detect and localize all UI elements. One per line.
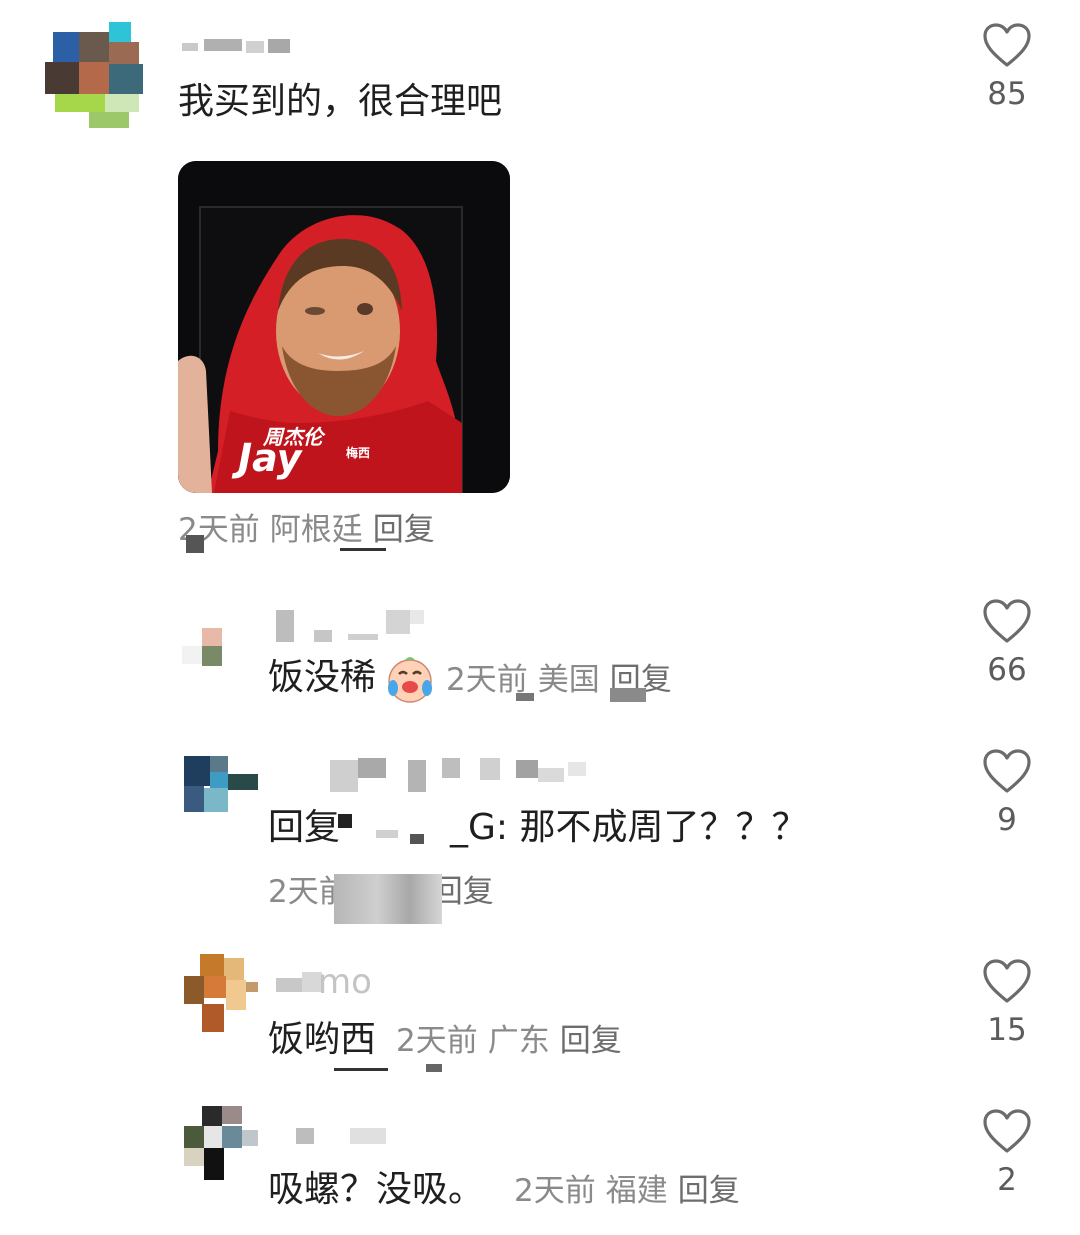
comment-text-row: 回复 bbox=[268, 806, 340, 850]
commenter-avatar[interactable] bbox=[184, 1106, 260, 1182]
comment-location: 广东 bbox=[487, 1023, 550, 1059]
commenter-username[interactable]: mo bbox=[318, 960, 372, 1004]
comment-location: 福建 bbox=[605, 1173, 668, 1209]
comment-text: 我买到的，很合理吧 bbox=[178, 81, 503, 122]
comment-image-album[interactable]: 周杰伦 Jay 梅西 bbox=[178, 161, 510, 493]
comment-meta: 2天前 福建 回复 bbox=[514, 1171, 750, 1211]
commenter-avatar[interactable] bbox=[184, 954, 260, 1034]
album-title-en: Jay bbox=[231, 436, 304, 480]
redaction-block bbox=[426, 1064, 442, 1072]
commenter-username-redacted[interactable] bbox=[182, 37, 297, 57]
commenter-username-redacted[interactable] bbox=[296, 1126, 396, 1146]
comment-meta: 2天前 美国 回复 bbox=[446, 660, 682, 700]
like-count: 66 bbox=[987, 652, 1027, 688]
album-photo: 周杰伦 Jay 梅西 bbox=[178, 161, 510, 493]
reply-button[interactable]: 回复 bbox=[373, 512, 435, 548]
commenter-username-redacted[interactable] bbox=[276, 610, 426, 644]
comment-time: 2天前 bbox=[396, 1023, 478, 1059]
redaction-block bbox=[376, 830, 398, 838]
redaction-block bbox=[340, 548, 386, 551]
redaction-block bbox=[338, 814, 352, 828]
redaction-block bbox=[334, 874, 442, 924]
commenter-avatar[interactable] bbox=[182, 626, 224, 668]
comment-text: 饭哟西 bbox=[268, 1019, 377, 1060]
like-button[interactable]: 66 bbox=[972, 598, 1042, 690]
reply-prefix: 回复 bbox=[268, 807, 341, 848]
like-count: 85 bbox=[987, 76, 1027, 112]
heart-icon bbox=[983, 959, 1031, 1003]
commenter-username-redacted[interactable] bbox=[330, 758, 590, 794]
like-count: 15 bbox=[987, 1012, 1027, 1048]
comment-text-row: 饭没稀 bbox=[268, 656, 376, 700]
heart-icon bbox=[983, 599, 1031, 643]
redaction-block bbox=[334, 1068, 388, 1071]
commenter-avatar[interactable] bbox=[184, 756, 260, 814]
heart-icon bbox=[983, 749, 1031, 793]
album-subtitle: 梅西 bbox=[346, 445, 370, 460]
reply-button[interactable]: 回复 bbox=[678, 1173, 740, 1209]
like-button[interactable]: 2 bbox=[972, 1108, 1042, 1200]
like-count: 9 bbox=[997, 802, 1017, 838]
redaction-block bbox=[410, 834, 424, 844]
reply-target-text: _G: 那不成周了？？？ bbox=[450, 807, 808, 848]
comment-text: 饭没稀 bbox=[268, 657, 377, 698]
redaction-block bbox=[186, 535, 204, 553]
reply-button[interactable]: 回复 bbox=[560, 1023, 622, 1059]
comment-meta: 2天前 广东 回复 bbox=[396, 1021, 632, 1061]
like-button[interactable]: 9 bbox=[972, 748, 1042, 840]
commenter-avatar[interactable] bbox=[45, 18, 147, 130]
like-button[interactable]: 15 bbox=[972, 958, 1042, 1050]
like-count: 2 bbox=[997, 1162, 1017, 1198]
like-button[interactable]: 85 bbox=[972, 22, 1042, 114]
comment-location: 阿根廷 bbox=[269, 512, 363, 548]
crying-laughing-face-icon bbox=[388, 657, 432, 703]
heart-icon bbox=[983, 1109, 1031, 1153]
redaction-block bbox=[516, 693, 534, 701]
comment-time: 2天前 bbox=[514, 1173, 596, 1209]
comment-text: 吸螺？没吸。 bbox=[268, 1169, 485, 1210]
heart-icon bbox=[983, 23, 1031, 67]
redaction-block bbox=[610, 688, 646, 702]
comment-meta: 2天前 阿根廷 回复 bbox=[178, 510, 445, 550]
comment-location: 美国 bbox=[537, 662, 600, 698]
